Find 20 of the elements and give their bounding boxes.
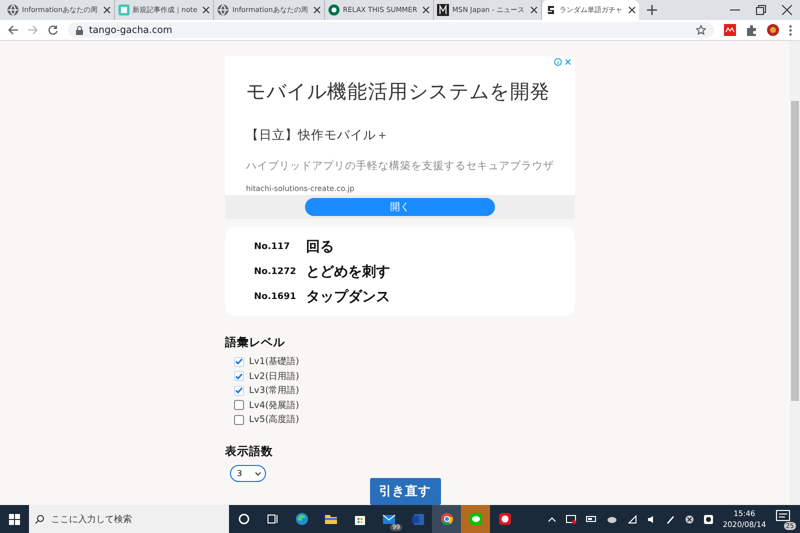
taskbar-search-field[interactable]: ここに入力して検索 (29, 505, 229, 533)
word-number: No.1272 (254, 266, 298, 276)
word-number: No.117 (254, 242, 291, 252)
word-number: No.1691 (254, 292, 298, 302)
ad-title: 【日立】快作モバイル＋ (246, 127, 389, 144)
checkbox-label: Lv1(基礎語) (249, 356, 300, 368)
count-select[interactable]: 3 (230, 464, 266, 482)
word-text: とどめを刺す (306, 262, 390, 280)
word-text: 回る (306, 238, 334, 256)
checkbox-label: Lv2(日用語) (249, 370, 300, 383)
word-text: タップダンス (306, 288, 390, 306)
ad-description: ハイブリッドアプリの手軽な構築を支援するセキュアブラウザ (246, 159, 555, 173)
ad-headline: モバイル機能活用システムを開発 (246, 79, 552, 105)
redraw-button[interactable]: 引き直す (370, 478, 440, 505)
checkbox-label: Lv4(発展語) (249, 400, 300, 412)
address-bar[interactable]: tango-gacha.com (68, 22, 714, 38)
checkbox-label: Lv3(常用語) (249, 384, 300, 398)
section-heading: 語彙レベル (225, 335, 286, 350)
section-heading: 表示語数 (225, 444, 274, 459)
checkbox-label: Lv5(高度語) (249, 414, 300, 426)
